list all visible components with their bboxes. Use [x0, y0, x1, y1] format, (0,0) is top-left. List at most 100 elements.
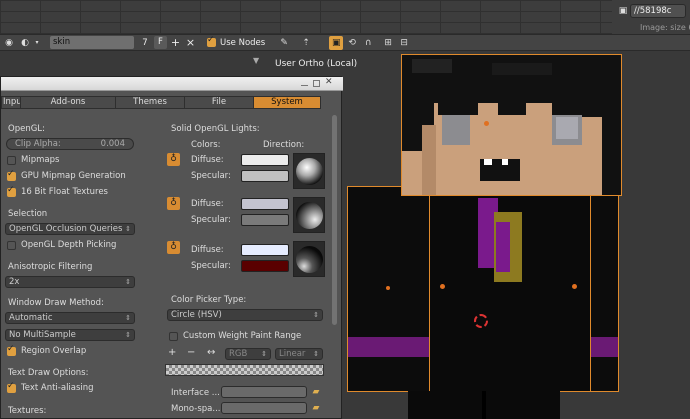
light-1-diffuse-swatch[interactable] — [241, 154, 289, 166]
remove-material-button[interactable]: × — [184, 36, 197, 49]
magnet-icon[interactable]: ∩ — [361, 36, 375, 50]
direction-label: Direction: — [263, 140, 305, 150]
light-2-diffuse-swatch[interactable] — [241, 198, 289, 210]
float-textures-option[interactable]: 16 Bit Float Textures — [7, 185, 108, 197]
custom-weight-option[interactable]: Custom Weight Paint Range — [169, 331, 301, 341]
text-antialias-label: Text Anti-aliasing — [21, 383, 94, 393]
backdrop-icon[interactable]: ▣ — [329, 35, 344, 50]
hair-right-side — [602, 103, 621, 195]
anisotropic-dropdown[interactable]: 2x ⇕ — [5, 276, 135, 288]
material-name-field[interactable]: skin — [50, 36, 134, 49]
image-name-field[interactable]: //58198c — [630, 4, 686, 18]
custom-weight-checkbox[interactable] — [169, 331, 178, 341]
light-2-specular-swatch[interactable] — [241, 214, 289, 226]
tab-file[interactable]: File — [184, 96, 254, 109]
float-textures-label: 16 Bit Float Textures — [21, 187, 108, 197]
light-3-direction-sphere[interactable] — [293, 241, 325, 277]
vertex-dot-2 — [572, 284, 577, 289]
copy-nodes-icon[interactable]: ⊞ — [381, 36, 395, 50]
paste-nodes-icon[interactable]: ⊟ — [397, 36, 411, 50]
material-slot-icon[interactable]: ◉ — [2, 36, 16, 50]
text-antialias-checkbox[interactable] — [7, 381, 16, 393]
maximize-icon[interactable] — [313, 80, 320, 87]
hair-shade-1 — [412, 59, 452, 73]
depth-picking-checkbox[interactable] — [7, 240, 16, 250]
region-overlap-checkbox[interactable] — [7, 344, 16, 356]
text-draw-heading: Text Draw Options: — [8, 368, 89, 378]
light-3-toggle-icon[interactable]: ♁ — [167, 241, 180, 254]
depth-picking-label: OpenGL Depth Picking — [21, 240, 117, 250]
preferences-tabs: Input Add-ons Themes File System — [1, 96, 323, 109]
light-1-toggle-icon[interactable]: ♁ — [167, 153, 180, 166]
interface-font-field[interactable] — [221, 386, 307, 398]
light-1-direction-sphere[interactable] — [293, 153, 325, 189]
top-editor-header-area: ▣ //58198c Image: size 6 — [0, 0, 690, 34]
gpu-mipmap-label: GPU Mipmap Generation — [21, 171, 126, 181]
depth-picking-option[interactable]: OpenGL Depth Picking — [7, 240, 116, 250]
image-selector[interactable]: ▣ //58198c — [616, 4, 690, 18]
light-2-diffuse-label: Diffuse: — [191, 199, 224, 209]
window-draw-dropdown[interactable]: Automatic ⇕ — [5, 312, 135, 324]
left-eye — [442, 115, 470, 145]
snap-icon[interactable]: ⟲ — [345, 36, 359, 50]
right-eye-highlight — [556, 117, 578, 139]
legs-mesh[interactable] — [408, 391, 560, 419]
light-1-specular-swatch[interactable] — [241, 170, 289, 182]
clip-alpha-slider[interactable]: Clip Alpha: 0.004 — [6, 138, 134, 150]
light-2-direction-sphere[interactable] — [293, 197, 325, 233]
tab-themes[interactable]: Themes — [115, 96, 185, 109]
minimize-icon[interactable] — [301, 80, 308, 86]
pin-icon[interactable]: ✎ — [277, 36, 291, 50]
torso-mesh[interactable] — [430, 190, 590, 391]
chevron-down-icon[interactable]: ▾ — [30, 36, 44, 50]
3d-cursor-icon[interactable] — [474, 314, 488, 328]
color-picker-dropdown[interactable]: Circle (HSV) ⇕ — [167, 309, 323, 321]
mipmaps-checkbox[interactable] — [7, 155, 16, 165]
use-nodes-checkbox[interactable] — [207, 35, 216, 47]
mipmaps-label: Mipmaps — [21, 155, 60, 165]
tooth-1 — [484, 159, 492, 165]
head-mesh[interactable] — [402, 55, 621, 195]
fake-user-button[interactable]: F — [154, 36, 167, 49]
gpu-mipmap-option[interactable]: GPU Mipmap Generation — [7, 169, 126, 181]
material-users-count[interactable]: 7 — [138, 38, 152, 48]
light-2-toggle-icon[interactable]: ♁ — [167, 197, 180, 210]
tab-addons[interactable]: Add-ons — [20, 96, 116, 109]
interface-font-label: Interface ... — [171, 388, 220, 398]
region-overlap-option[interactable]: Region Overlap — [7, 344, 86, 356]
interpolation-dropdown[interactable]: Linear ⇕ — [275, 348, 323, 360]
add-stop-icon[interactable]: + — [168, 347, 176, 358]
text-antialias-option[interactable]: Text Anti-aliasing — [7, 381, 94, 393]
parent-node-icon[interactable]: ⇡ — [299, 36, 313, 50]
chevron-updown-icon: ⇕ — [313, 350, 319, 358]
vertex-dot-3 — [386, 286, 390, 290]
mono-font-field[interactable] — [221, 402, 307, 414]
rgb-mode-dropdown[interactable]: RGB ⇕ — [225, 348, 271, 360]
remove-stop-icon[interactable]: − — [187, 347, 195, 358]
folder-icon[interactable]: ▰ — [310, 386, 322, 398]
tab-system[interactable]: System — [253, 96, 321, 109]
left-sleeve-band — [348, 337, 430, 357]
flip-icon[interactable]: ↔ — [207, 347, 215, 358]
mipmaps-option[interactable]: Mipmaps — [7, 155, 59, 165]
preferences-scrollbar[interactable] — [331, 113, 339, 325]
chevron-updown-icon: ⇕ — [125, 278, 131, 286]
color-ramp-preview[interactable] — [165, 364, 324, 376]
folder-icon[interactable]: ▰ — [310, 402, 322, 414]
float-textures-checkbox[interactable] — [7, 185, 16, 197]
vertex-dot-1 — [440, 284, 445, 289]
opengl-heading: OpenGL: — [8, 124, 45, 134]
mono-font-label: Mono-spa... — [171, 404, 221, 414]
selection-method-dropdown[interactable]: OpenGL Occlusion Queries ⇕ — [5, 223, 135, 235]
close-icon[interactable]: ✕ — [325, 78, 333, 87]
light-3-diffuse-swatch[interactable] — [241, 244, 289, 256]
light-3-specular-swatch[interactable] — [241, 260, 289, 272]
multisample-dropdown[interactable]: No MultiSample ⇕ — [5, 329, 135, 341]
viewport-view-label: User Ortho (Local) — [275, 59, 358, 69]
tab-input[interactable]: Input — [1, 96, 25, 109]
use-nodes-toggle[interactable]: Use Nodes — [207, 35, 265, 48]
gpu-mipmap-checkbox[interactable] — [7, 169, 16, 181]
rgb-mode-value: RGB — [229, 349, 248, 359]
add-material-button[interactable]: + — [169, 36, 182, 49]
window-titlebar[interactable]: ✕ — [1, 77, 343, 91]
